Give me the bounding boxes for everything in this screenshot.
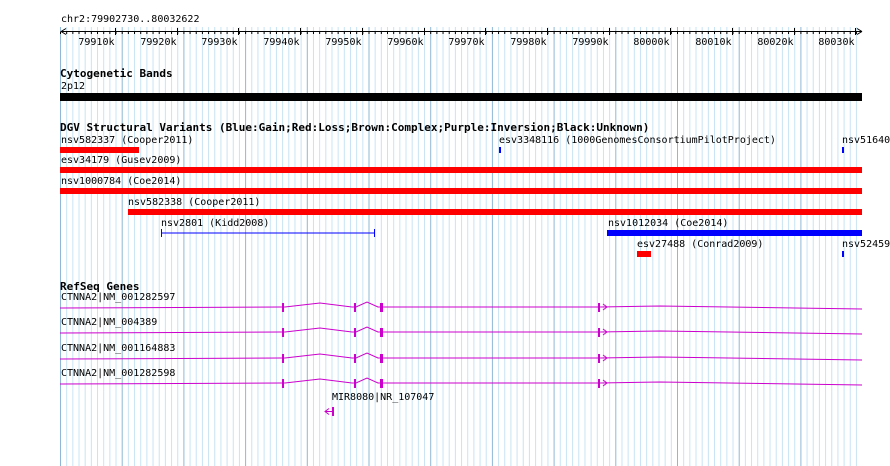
gene-exon [598, 328, 600, 337]
gene-exon [354, 379, 356, 388]
gene-exon [380, 354, 383, 363]
mir8080-gene-model[interactable] [324, 407, 334, 416]
gene-intron-line [59, 326, 863, 335]
gene-exon [354, 354, 356, 363]
refseq-gene-models[interactable] [0, 0, 890, 466]
gene-exon [380, 328, 383, 337]
gene-model[interactable] [59, 301, 863, 312]
gene-model[interactable] [59, 377, 863, 388]
gene-exon [598, 303, 600, 312]
gene-exon [598, 379, 600, 388]
genome-browser-view: chr2:79902730..80032622 79910k 79920k 7993… [0, 0, 890, 466]
gene-exon [354, 328, 356, 337]
gene-exon [332, 407, 334, 416]
gene-model[interactable] [59, 326, 863, 337]
gene-exon [354, 303, 356, 312]
gene-exon [282, 354, 284, 363]
gene-intron-line [59, 301, 863, 310]
gene-exon [282, 379, 284, 388]
gene-intron-line [59, 377, 863, 386]
gene-exon [380, 303, 383, 312]
gene-exon [282, 303, 284, 312]
gene-intron-line [59, 352, 863, 361]
gene-exon [598, 354, 600, 363]
gene-exon [282, 328, 284, 337]
gene-model[interactable] [59, 352, 863, 363]
gene-exon [380, 379, 383, 388]
